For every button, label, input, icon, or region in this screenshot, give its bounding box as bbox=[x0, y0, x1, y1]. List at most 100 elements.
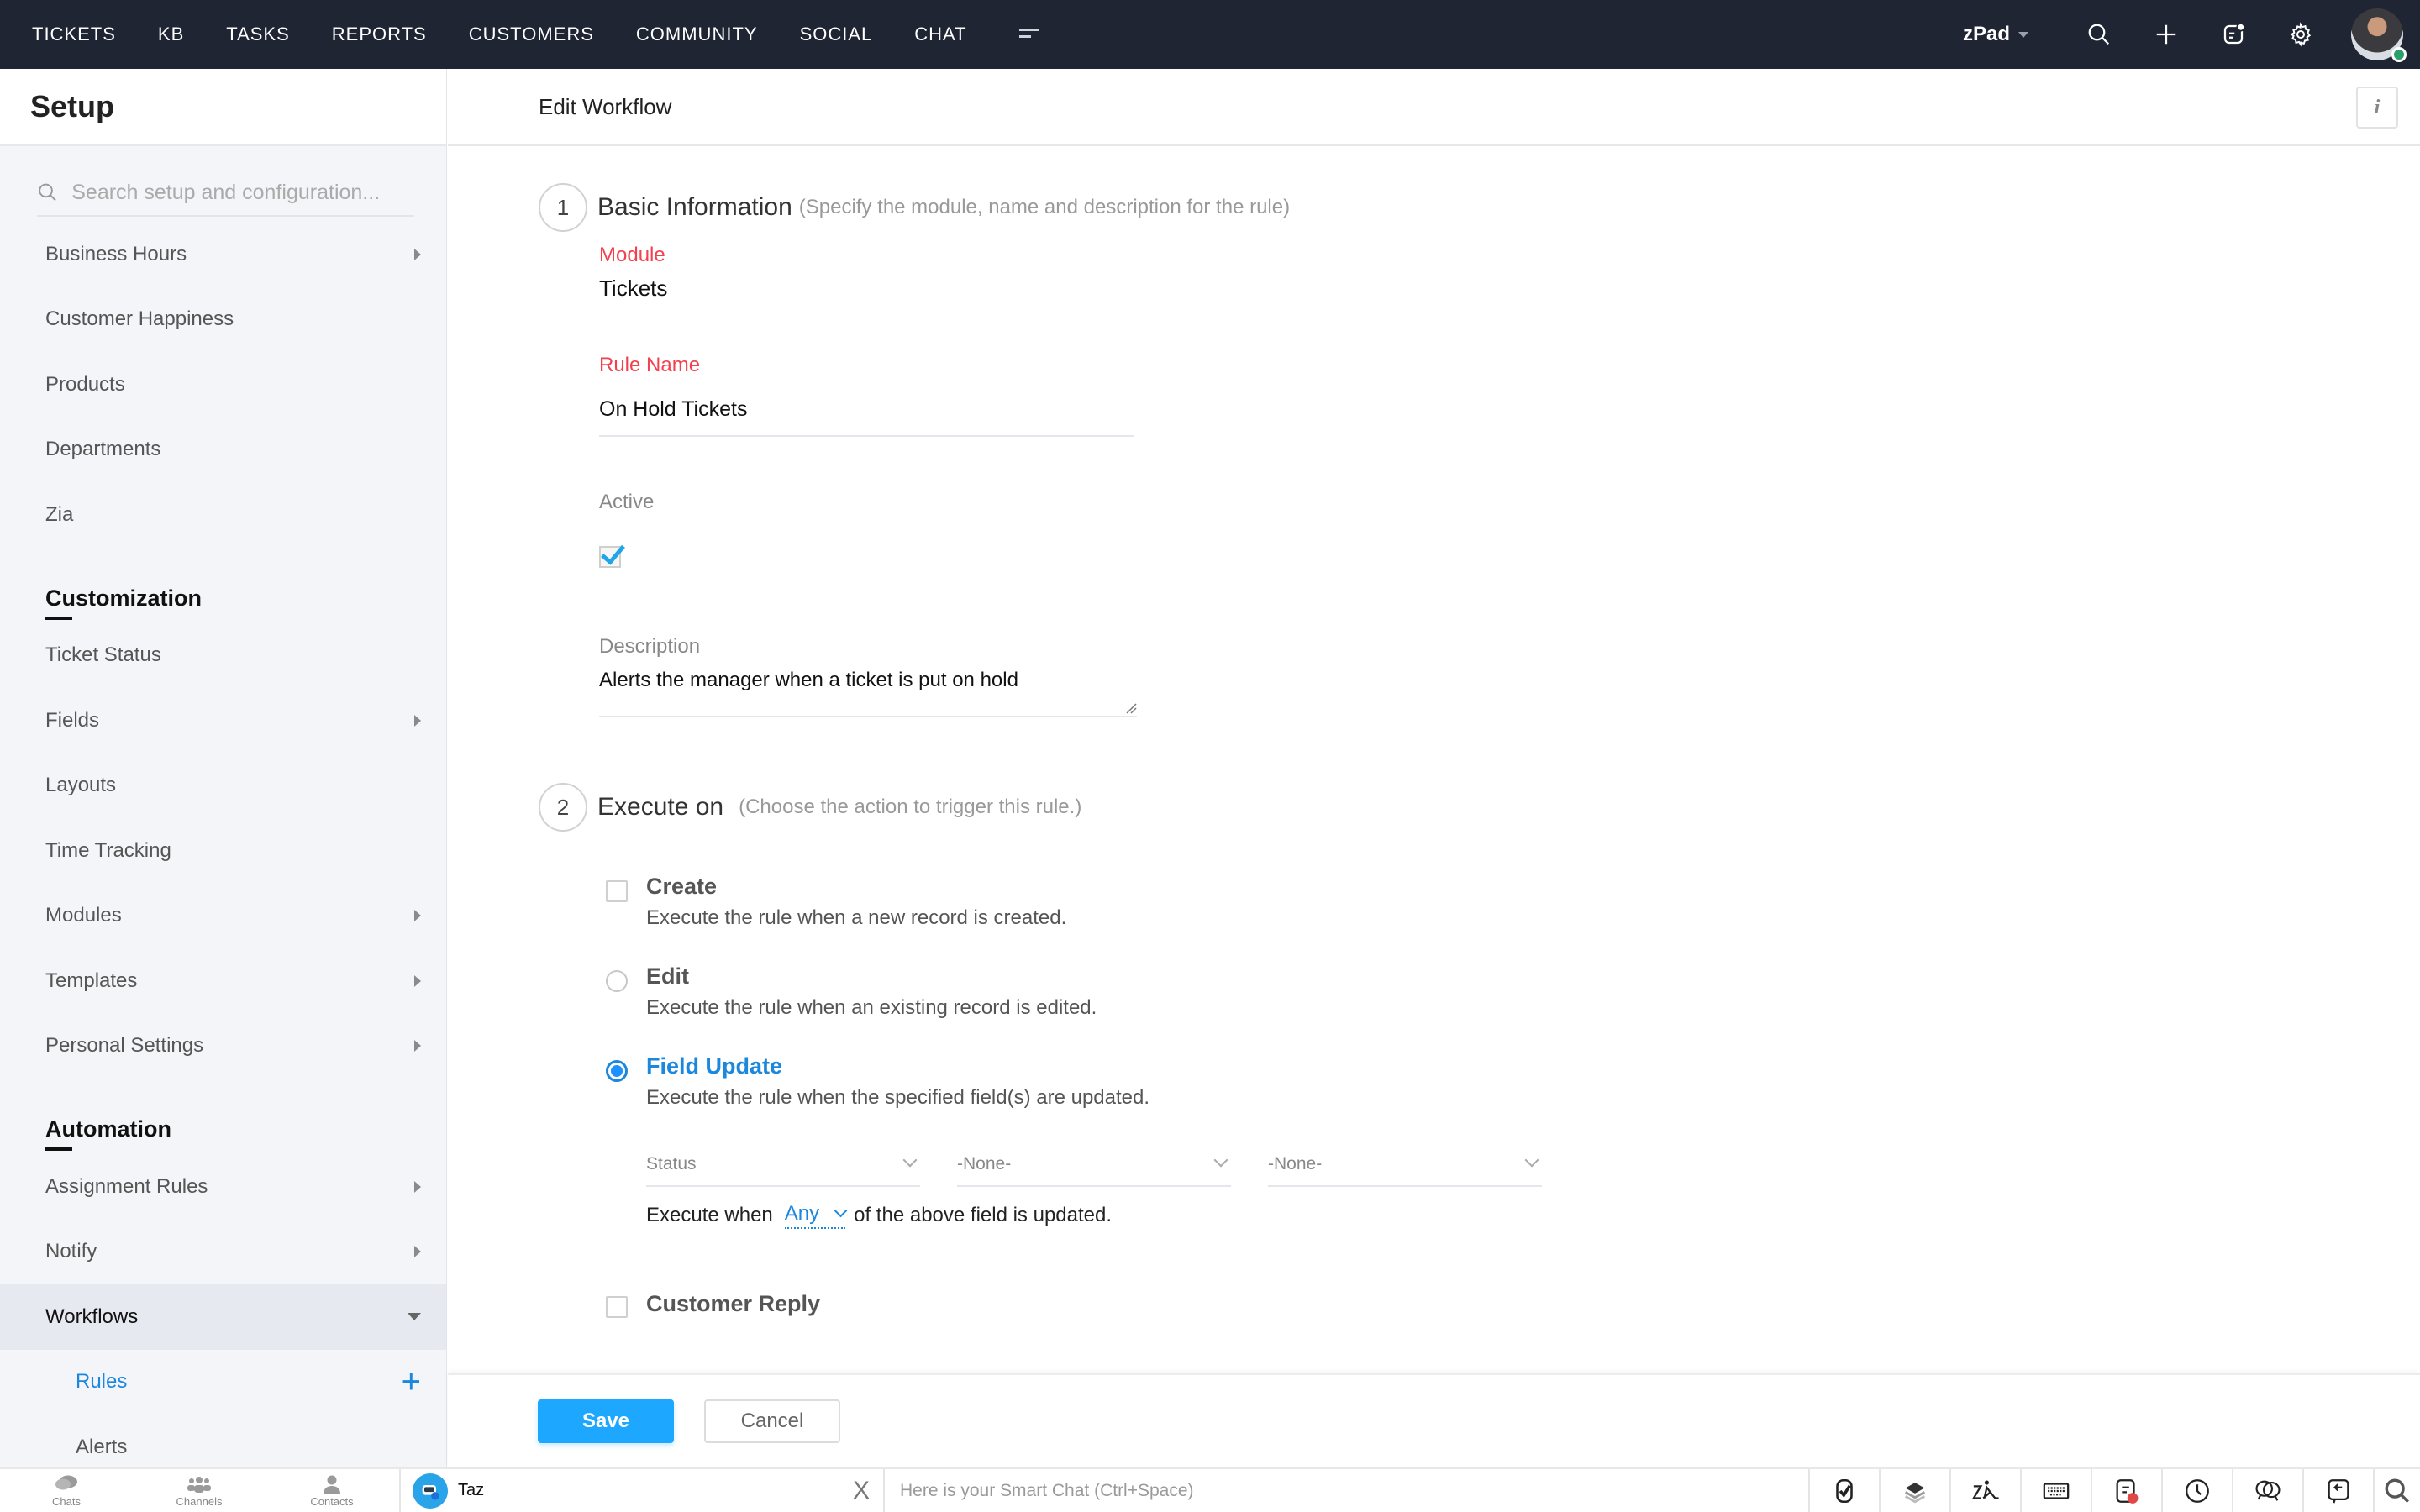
sidebar-item-label: Rules bbox=[76, 1370, 128, 1394]
sidebar-item-label: Layouts bbox=[45, 774, 117, 797]
chevron-right-icon bbox=[414, 714, 421, 727]
nav-tab-kb[interactable]: KB bbox=[158, 24, 184, 45]
reply-icon[interactable] bbox=[2302, 1469, 2373, 1512]
step-hint: (Choose the action to trigger this rule.… bbox=[739, 795, 1082, 818]
clock-icon[interactable] bbox=[2161, 1469, 2232, 1512]
rule-name-input[interactable] bbox=[599, 386, 1134, 437]
sidebar-item-label: Alerts bbox=[76, 1435, 128, 1458]
main-content: Edit Workflow i 1 Basic Information (Spe… bbox=[448, 69, 2420, 1467]
chevron-right-icon bbox=[414, 1180, 421, 1193]
select-value: Status bbox=[646, 1154, 697, 1173]
sidebar-item-modules[interactable]: Modules bbox=[0, 884, 446, 949]
nav-tab-reports[interactable]: REPORTS bbox=[332, 24, 427, 45]
sidebar-item-label: Notify bbox=[45, 1240, 97, 1263]
notes-icon[interactable] bbox=[2091, 1469, 2161, 1512]
sidebar-item-templates[interactable]: Templates bbox=[0, 948, 446, 1014]
active-checkbox[interactable] bbox=[599, 546, 621, 568]
search-icon[interactable] bbox=[2373, 1469, 2420, 1512]
sidebar-item-zia[interactable]: Zia bbox=[0, 482, 446, 548]
sidebar-item-business-hours[interactable]: Business Hours bbox=[0, 222, 446, 287]
search-icon bbox=[39, 183, 56, 202]
chevron-right-icon bbox=[414, 910, 421, 922]
caret-down-icon bbox=[2018, 31, 2028, 38]
create-checkbox[interactable] bbox=[606, 880, 628, 902]
nav-tab-tasks[interactable]: TASKS bbox=[226, 24, 290, 45]
field-update-radio[interactable] bbox=[606, 1060, 628, 1082]
layers-icon[interactable] bbox=[1879, 1469, 1949, 1512]
more-tabs-icon[interactable] bbox=[1018, 29, 1039, 40]
option-create: Create Execute the rule when a new recor… bbox=[606, 874, 2420, 930]
gear-icon[interactable] bbox=[2282, 16, 2319, 53]
edit-radio[interactable] bbox=[606, 970, 628, 992]
customer-reply-checkbox[interactable] bbox=[606, 1296, 628, 1318]
info-icon[interactable]: i bbox=[2356, 87, 2398, 129]
sidebar-item-label: Templates bbox=[45, 969, 138, 992]
zia-icon[interactable] bbox=[1949, 1469, 2020, 1512]
sidebar-item-personal-settings[interactable]: Personal Settings bbox=[0, 1014, 446, 1079]
rule-name-label: Rule Name bbox=[599, 354, 701, 376]
close-icon[interactable]: X bbox=[853, 1477, 870, 1505]
step-basic-information: 1 Basic Information (Specify the module,… bbox=[539, 183, 2420, 232]
setup-search-input[interactable] bbox=[71, 180, 414, 205]
field-selects: Status -None- -None- bbox=[646, 1143, 2420, 1187]
tab-label: Chats bbox=[52, 1494, 81, 1508]
add-rule-plus-icon[interactable]: + bbox=[402, 1365, 421, 1399]
sidebar-item-customer-happiness[interactable]: Customer Happiness bbox=[0, 287, 446, 353]
description-label: Description bbox=[599, 635, 701, 658]
sidebar-item-ticket-status[interactable]: Ticket Status bbox=[0, 623, 446, 689]
nav-tab-community[interactable]: COMMUNITY bbox=[636, 24, 758, 45]
smart-chat-input[interactable] bbox=[900, 1480, 1656, 1501]
field-select-1[interactable]: Status bbox=[646, 1143, 920, 1187]
description-textarea[interactable]: Alerts the manager when a ticket is put … bbox=[599, 659, 1137, 717]
conversations-icon[interactable] bbox=[2232, 1469, 2302, 1512]
sidebar-item-notify[interactable]: Notify bbox=[0, 1220, 446, 1285]
select-value: -None- bbox=[957, 1154, 1012, 1173]
field-select-3[interactable]: -None- bbox=[1268, 1143, 1542, 1187]
nav-tab-customers[interactable]: CUSTOMERS bbox=[469, 24, 594, 45]
sidebar-section-automation: Automation bbox=[0, 1079, 446, 1154]
cancel-button[interactable]: Cancel bbox=[704, 1399, 840, 1443]
field-select-2[interactable]: -None- bbox=[957, 1143, 1231, 1187]
option-edit: Edit Execute the rule when an existing r… bbox=[606, 963, 2420, 1020]
sidebar-item-fields[interactable]: Fields bbox=[0, 688, 446, 753]
sidebar-item-layouts[interactable]: Layouts bbox=[0, 753, 446, 819]
sidebar-item-assignment-rules[interactable]: Assignment Rules bbox=[0, 1154, 446, 1220]
module-label: Module bbox=[599, 244, 666, 266]
sidebar-item-workflows[interactable]: Workflows bbox=[0, 1284, 446, 1350]
step-title: Basic Information bbox=[597, 193, 792, 221]
nav-tab-social[interactable]: SOCIAL bbox=[800, 24, 873, 45]
sidebar-item-label: Customer Happiness bbox=[45, 307, 234, 331]
online-status-indicator bbox=[2391, 47, 2407, 62]
nav-tab-chat[interactable]: CHAT bbox=[914, 24, 966, 45]
checklist-icon[interactable] bbox=[1808, 1469, 1879, 1512]
sidebar-item-label: Ticket Status bbox=[45, 643, 161, 667]
active-field: Active bbox=[599, 491, 2420, 568]
chevron-down-icon bbox=[902, 1152, 918, 1168]
portal-switcher[interactable]: zPad bbox=[1963, 23, 2028, 46]
sidebar-item-departments[interactable]: Departments bbox=[0, 417, 446, 483]
bottom-tab-channels[interactable]: Channels bbox=[133, 1469, 266, 1512]
sidebar-item-time-tracking[interactable]: Time Tracking bbox=[0, 818, 446, 884]
sidebar-item-products[interactable]: Products bbox=[0, 352, 446, 417]
save-button[interactable]: Save bbox=[538, 1399, 674, 1443]
bottom-tab-chats[interactable]: Chats bbox=[0, 1469, 133, 1512]
execute-when-dropdown[interactable]: Any bbox=[784, 1202, 848, 1229]
bottom-tab-contacts[interactable]: Contacts bbox=[266, 1469, 398, 1512]
notification-icon[interactable] bbox=[2215, 16, 2252, 53]
user-avatar[interactable] bbox=[2351, 8, 2407, 62]
plus-icon[interactable] bbox=[2148, 16, 2185, 53]
resize-handle-icon[interactable] bbox=[1125, 702, 1137, 714]
contacts-icon bbox=[324, 1475, 340, 1494]
top-right-actions: zPad bbox=[1963, 0, 2420, 69]
nav-tab-tickets[interactable]: TICKETS bbox=[32, 24, 116, 45]
workflow-form: 1 Basic Information (Specify the module,… bbox=[448, 183, 2420, 1318]
execute-when-suffix: of the above field is updated. bbox=[854, 1204, 1113, 1226]
sidebar-item-label: Zia bbox=[45, 502, 74, 526]
search-icon[interactable] bbox=[2081, 16, 2118, 53]
top-navigation-bar: TICKETS KB TASKS REPORTS CUSTOMERS COMMU… bbox=[0, 0, 2420, 69]
rule-name-field: Rule Name bbox=[599, 354, 2420, 437]
sidebar-subitem-rules[interactable]: Rules + bbox=[0, 1350, 446, 1415]
sidebar-section-customization: Customization bbox=[0, 548, 446, 623]
keyboard-icon[interactable] bbox=[2020, 1469, 2091, 1512]
step-number: 2 bbox=[539, 783, 587, 832]
